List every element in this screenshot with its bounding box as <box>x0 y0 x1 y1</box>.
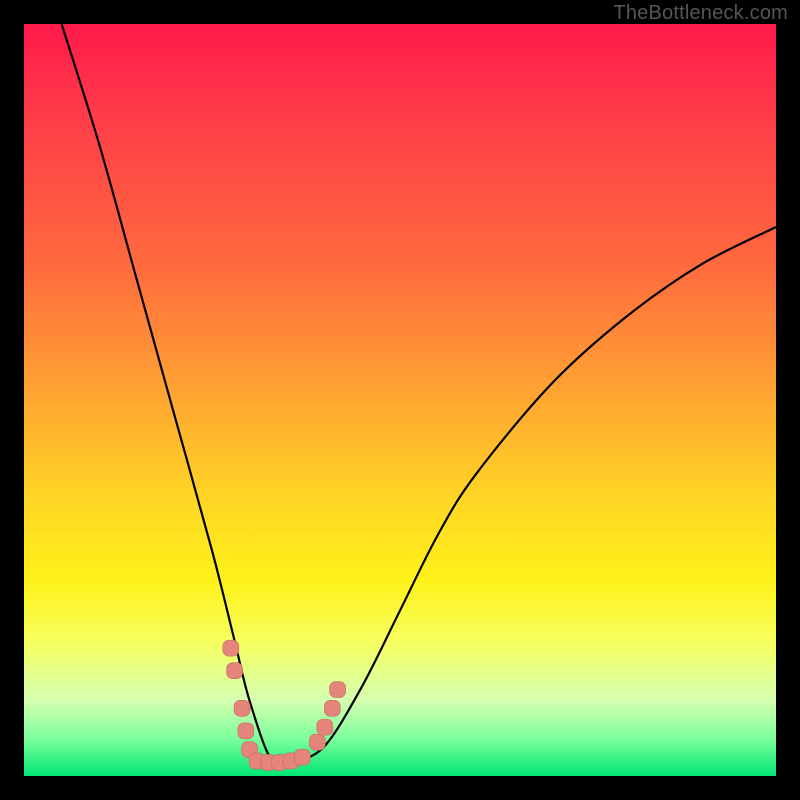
component-bead <box>309 734 325 750</box>
component-bead <box>330 682 346 698</box>
component-bead <box>317 719 333 735</box>
bottleneck-curve-svg <box>24 24 776 776</box>
component-bead <box>234 700 250 716</box>
watermark-text: TheBottleneck.com <box>613 2 788 25</box>
component-bead <box>294 749 310 765</box>
plot-area <box>24 24 776 776</box>
component-beads <box>223 640 346 770</box>
component-bead <box>223 640 239 656</box>
component-bead <box>238 723 254 739</box>
component-bead <box>324 700 340 716</box>
bottleneck-curve <box>62 24 776 766</box>
component-bead <box>227 663 243 679</box>
chart-frame: TheBottleneck.com <box>0 0 800 800</box>
